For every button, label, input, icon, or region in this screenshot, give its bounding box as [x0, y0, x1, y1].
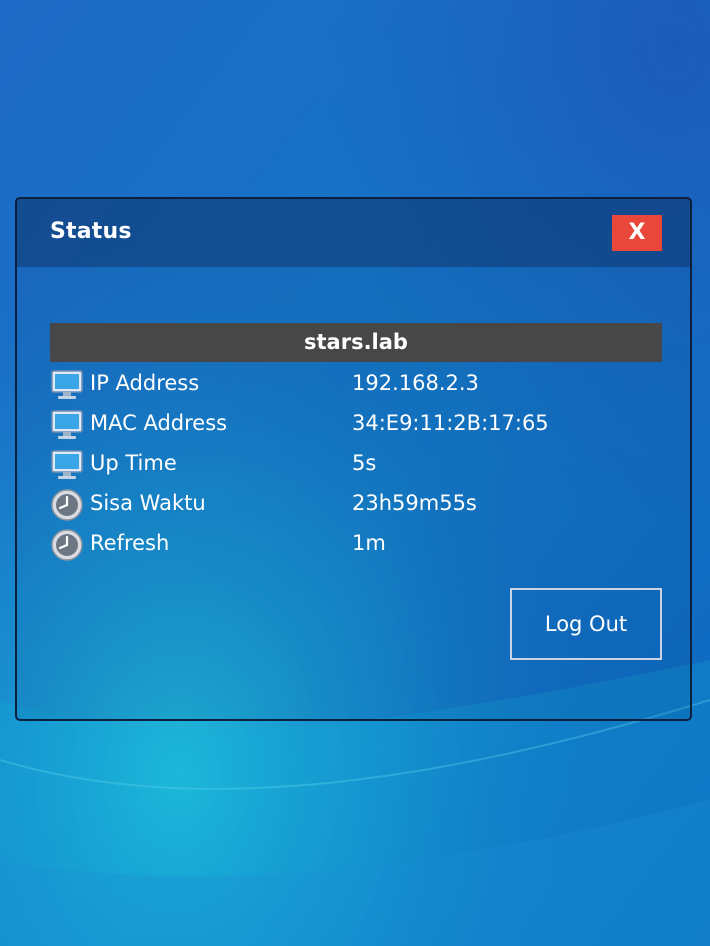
status-dialog: Status X stars.lab IP Address 192.168.2.… — [15, 197, 692, 721]
info-value: 5s — [352, 451, 377, 475]
hostname-header: stars.lab — [50, 323, 662, 362]
dialog-title: Status — [50, 219, 132, 244]
info-value: 192.168.2.3 — [352, 371, 479, 395]
info-label: Refresh — [90, 531, 170, 555]
info-row-mac-address: MAC Address 34:E9:11:2B:17:65 — [50, 407, 662, 443]
info-label: MAC Address — [90, 411, 228, 435]
monitor-icon — [51, 410, 83, 439]
info-label: IP Address — [90, 371, 200, 395]
info-row-refresh: Refresh 1m — [50, 527, 662, 563]
clock-icon — [51, 529, 83, 561]
dialog-title-bar: Status X — [17, 199, 690, 267]
info-value: 1m — [352, 531, 386, 555]
info-label: Sisa Waktu — [90, 491, 206, 515]
monitor-icon — [51, 450, 83, 479]
info-row-ip-address: IP Address 192.168.2.3 — [50, 367, 662, 403]
clock-icon — [51, 489, 83, 521]
info-value: 23h59m55s — [352, 491, 477, 515]
monitor-icon — [51, 370, 83, 399]
info-value: 34:E9:11:2B:17:65 — [352, 411, 549, 435]
close-button[interactable]: X — [612, 215, 662, 251]
info-row-up-time: Up Time 5s — [50, 447, 662, 483]
info-row-sisa-waktu: Sisa Waktu 23h59m55s — [50, 487, 662, 523]
logout-button[interactable]: Log Out — [510, 588, 662, 660]
info-label: Up Time — [90, 451, 177, 475]
